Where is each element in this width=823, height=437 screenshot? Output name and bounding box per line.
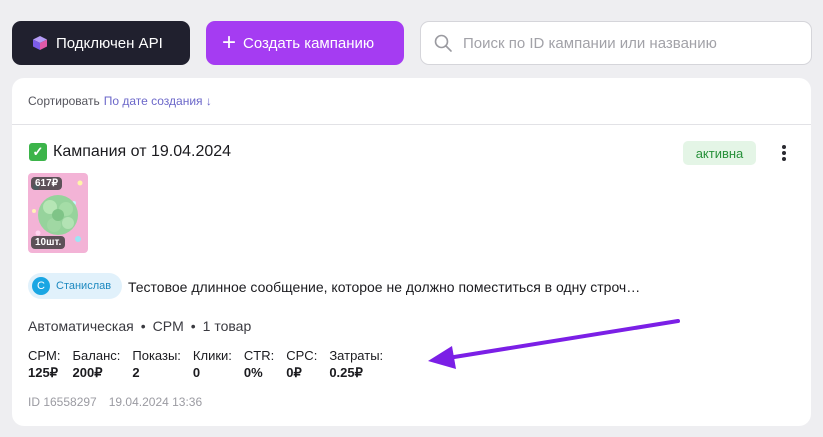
stat-label: Клики: <box>192 348 232 363</box>
stat-ctr: CTR: 0% <box>244 348 274 381</box>
campaign-id: ID 16558297 <box>28 395 97 409</box>
created-at: 19.04.2024 13:36 <box>108 395 203 409</box>
stat-value: 200₽ <box>72 365 103 380</box>
stat-label: CTR: <box>243 348 275 363</box>
stat-label: Затраты: <box>329 348 384 363</box>
campaign-type: Автоматическая <box>28 318 134 334</box>
plus-icon: + <box>222 29 237 56</box>
sort-control: Сортировать По дате создания ↓ <box>28 94 212 108</box>
avatar: С <box>32 277 50 295</box>
stat-cpc: CPC: 0₽ <box>286 348 317 381</box>
stat-impressions: Показы: 2 <box>132 348 181 381</box>
campaign-meta: Автоматическая • CPM • 1 товар <box>28 318 251 334</box>
stat-label: Баланс: <box>72 348 121 363</box>
sort-by-date-link[interactable]: По дате создания ↓ <box>104 94 212 108</box>
cube-icon <box>33 36 47 50</box>
status-badge: активна <box>683 141 756 165</box>
campaign-items: 1 товар <box>202 318 252 334</box>
search-icon <box>434 34 452 52</box>
arrow-down-icon: ↓ <box>205 94 212 108</box>
stat-label: CPC: <box>286 348 318 363</box>
stat-value: 2 <box>132 365 140 380</box>
stat-label: CPM: <box>28 348 61 363</box>
stat-value: 0₽ <box>286 365 302 380</box>
meta-separator: • <box>190 318 196 334</box>
more-options-icon[interactable] <box>776 142 792 164</box>
divider <box>12 124 811 125</box>
create-button-label: Создать кампанию <box>243 34 375 52</box>
stat-clicks: Клики: 0 <box>193 348 232 381</box>
stat-value: 0.25₽ <box>329 365 363 380</box>
stat-spend: Затраты: 0.25₽ <box>329 348 383 381</box>
search-input[interactable] <box>463 34 793 52</box>
quantity-tag: 10шт. <box>31 236 66 249</box>
create-campaign-button[interactable]: + Создать кампанию <box>206 21 404 65</box>
campaign-model: CPM <box>152 318 184 334</box>
meta-separator: • <box>140 318 146 334</box>
author-name: Станислав <box>56 280 112 292</box>
sort-value: По дате создания <box>103 94 203 108</box>
stat-balance: Баланс: 200₽ <box>73 348 121 381</box>
stat-cpm: CPM: 125₽ <box>28 348 61 381</box>
search-box[interactable] <box>420 21 812 65</box>
api-connected-button[interactable]: Подключен API <box>12 21 190 65</box>
price-tag: 617₽ <box>31 177 63 190</box>
campaigns-panel: Сортировать По дате создания ↓ ✓ Кампани… <box>12 78 811 426</box>
campaign-title[interactable]: ✓ Кампания от 19.04.2024 <box>29 143 231 161</box>
sort-label: Сортировать <box>28 94 100 108</box>
stat-label: Показы: <box>132 348 181 363</box>
author-chip[interactable]: С Станислав <box>28 273 122 299</box>
checkmark-icon: ✓ <box>29 143 47 161</box>
stat-value: 0% <box>243 365 263 380</box>
campaign-title-text: Кампания от 19.04.2024 <box>53 143 232 160</box>
product-thumbnail[interactable]: 617₽ 10шт. <box>28 173 88 253</box>
api-button-label: Подключен API <box>56 34 163 52</box>
campaign-message: Тестовое длинное сообщение, которое не д… <box>128 279 641 295</box>
stat-value: 125₽ <box>28 365 58 380</box>
campaign-stats: CPM: 125₽ Баланс: 200₽ Показы: 2 Клики: … <box>28 348 395 381</box>
campaign-footer: ID 16558297 19.04.2024 13:36 <box>28 395 202 409</box>
stat-value: 0 <box>192 365 201 380</box>
